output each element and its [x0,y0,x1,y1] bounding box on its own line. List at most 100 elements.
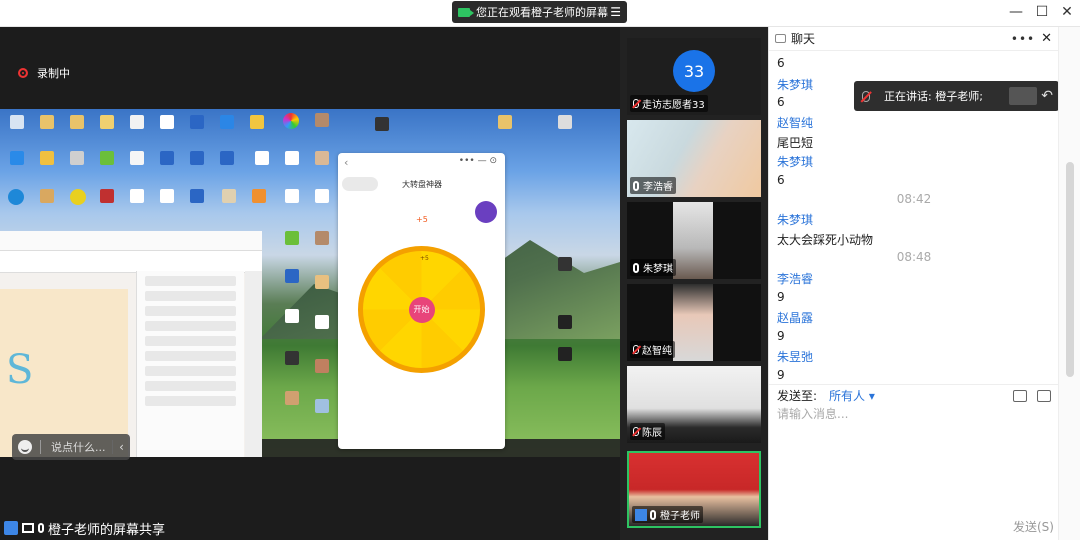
mic-muted-icon [633,99,639,108]
chat-timestamp: 08:42 [896,192,932,206]
participant-tile[interactable]: 33 走访志愿者33 [627,38,761,115]
return-arrow-icon[interactable]: ↶ [1041,88,1053,104]
chat-panel: 聊天 ••• ✕ 6 朱梦琪 6 赵智纯 尾巴短 朱梦琪 6 08:42 朱梦琪… [768,27,1059,540]
editor-toolbar [0,231,262,251]
desktop-icon [285,309,299,323]
desktop-icon [160,189,174,203]
title-bar: 您正在观看橙子老师的屏幕 ☰ — ☐ ✕ [0,0,1080,27]
desktop-icon [190,115,204,129]
panel-row [145,291,236,301]
prize-wheel[interactable]: +5 开始 [358,246,485,373]
nav-buttons[interactable] [342,177,378,191]
document-page: S [0,289,128,457]
list-icon[interactable]: ☰ [610,5,621,19]
emoji-icon[interactable] [18,440,32,454]
chat-sender[interactable]: 朱梦琪 [777,211,813,228]
participant-tile[interactable]: 赵智纯 [627,284,761,361]
send-to-label: 发送至: [777,389,818,403]
back-chevron-icon[interactable]: ‹ [344,156,348,169]
desktop-icon [558,115,572,129]
participant-name: 赵智纯 [630,341,675,358]
panel-row [145,381,236,391]
desktop-icon [283,113,299,129]
desktop-icon [558,257,572,271]
screen-share-label: 橙子老师的屏幕共享 [0,516,165,540]
desktop-icon [315,189,329,203]
chat-message-text: 太大会踩死小动物 [777,233,874,247]
desktop-icon [558,347,572,361]
participant-tile[interactable]: 陈辰 [627,366,761,443]
share-owner-text: 橙子老师的屏幕共享 [48,522,166,538]
desktop-icon [498,115,512,129]
chat-message-text: 9 [777,329,785,343]
more-icon[interactable]: ••• [1011,32,1035,46]
desktop-icon [315,399,329,413]
desktop-icon [285,151,299,165]
chat-sender[interactable]: 赵晶露 [777,309,813,326]
microphone-icon [38,523,44,533]
participant-name: 李浩睿 [630,177,676,194]
desktop-icon [70,115,84,129]
desktop-icon [285,269,299,283]
chat-sender[interactable]: 朱梦琪 [777,153,813,170]
mode-icon[interactable] [475,201,497,223]
panel-row [145,396,236,406]
desktop-icon [40,189,54,203]
send-button[interactable]: 发送(S) [1013,518,1054,535]
collapse-chevron-icon[interactable]: ‹ [112,440,130,454]
document-editor-window: S [0,231,262,457]
desktop-icon [315,231,329,245]
message-input[interactable]: 请输入消息... [777,405,848,422]
participant-tile[interactable]: 朱梦琪 [627,202,761,279]
desktop-icon [10,115,24,129]
mini-chat-bar[interactable]: 说点什么... ‹ [12,434,130,460]
speaking-text: 正在讲话: 橙子老师; [884,90,983,103]
desktop-icon [8,189,24,205]
desktop-icon [285,189,299,203]
window-controls[interactable]: ••• — ⊙ [459,156,497,166]
close-button[interactable]: ✕ [1055,4,1079,20]
close-icon[interactable]: ✕ [1041,31,1052,46]
participant-name: 陈辰 [630,423,665,440]
user-icon [4,521,18,535]
mic-muted-icon [633,345,639,354]
mini-chat-input[interactable]: 说点什么... [51,439,106,455]
chat-title: 聊天 [791,32,816,46]
desktop-icon [315,113,329,127]
chat-sender[interactable]: 朱梦琪 [777,76,813,93]
start-button[interactable]: 开始 [408,296,435,323]
chat-sender[interactable]: 李浩睿 [777,270,813,287]
chat-scrollbar[interactable] [1058,27,1080,540]
wheel-app-window: ‹ ••• — ⊙ 大转盘神器 +5 +5 开始 [338,153,505,449]
app-nav: 大转盘神器 [338,173,505,195]
chat-sender[interactable]: 赵智纯 [777,114,813,131]
desktop-icon [160,151,174,165]
scrollbar-thumb[interactable] [1066,162,1074,377]
folder-icon[interactable] [1013,389,1027,402]
mic-muted-icon [862,90,870,102]
desktop-icon [190,151,204,165]
share-notice-banner[interactable]: 您正在观看橙子老师的屏幕 ☰ [452,1,627,23]
participant-video [673,202,713,279]
desktop-icon [100,151,114,165]
minimize-button[interactable]: — [1004,4,1028,20]
maximize-button[interactable]: ☐ [1030,4,1054,20]
panel-row [145,366,236,376]
chat-sender[interactable]: 朱昱弛 [777,348,813,365]
panel-row [145,336,236,346]
app-title: 大转盘神器 [402,179,442,189]
screenshot-icon[interactable] [1037,389,1051,402]
desktop-icon [130,189,144,203]
speaking-indicator: 正在讲话: 橙子老师; ↶ [854,81,1059,111]
chat-icon [775,34,786,43]
desktop-icon [70,151,84,165]
editor-ribbon [0,251,262,273]
desktop-icon [160,115,174,129]
wheel-slot-label: +5 [420,255,429,262]
participant-tile[interactable]: 李浩睿 [627,120,761,197]
desktop-icon [130,115,144,129]
desktop-icon [100,189,114,203]
send-to-dropdown[interactable]: 所有人 ▾ [829,387,875,404]
participant-tile-active[interactable]: 橙子老师 [627,451,761,528]
screen-share-icon [22,523,34,533]
